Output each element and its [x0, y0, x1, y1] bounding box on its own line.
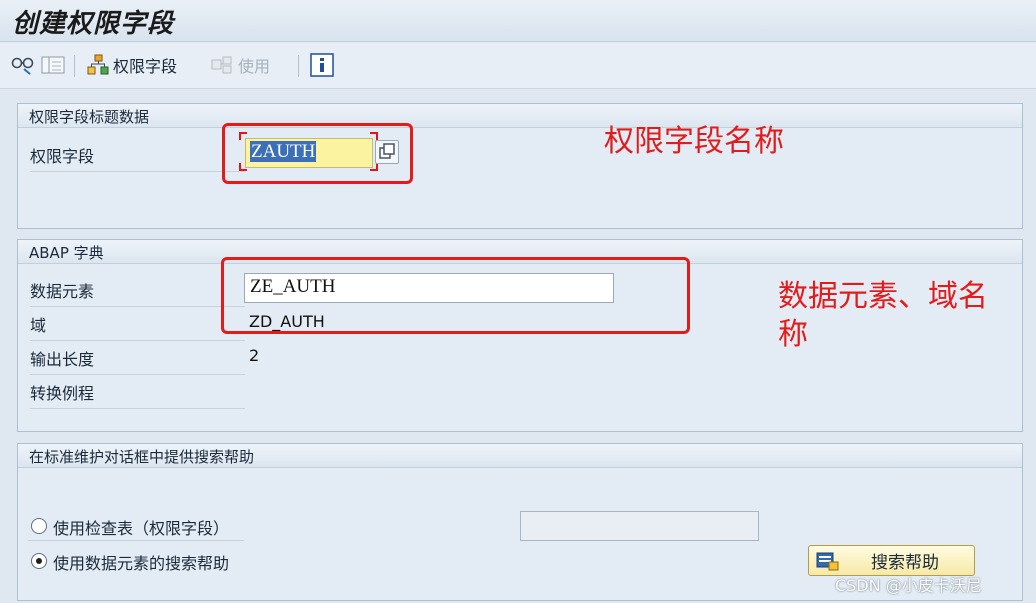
- use-toolbar-button[interactable]: 使用: [210, 52, 270, 78]
- hierarchy-icon: [87, 54, 109, 75]
- auth-field-label: 权限字段: [30, 143, 245, 172]
- data-element-annotation-line1: 数据元素、域名: [778, 279, 988, 314]
- page-title: 创建权限字段: [12, 9, 175, 39]
- search-help-icon: [816, 552, 839, 570]
- toolbar-separator: [74, 55, 75, 77]
- data-element-annotation-line2: 称: [778, 317, 808, 352]
- list-display-icon[interactable]: [41, 52, 65, 78]
- field-name-annotation: 权限字段名称: [604, 124, 784, 159]
- title-bar: 创建权限字段: [0, 0, 1036, 42]
- check-table-radio-label: 使用检查表（权限字段）: [53, 519, 230, 538]
- watermark: CSDN @小皮卡沃尼: [835, 576, 982, 595]
- group-title: 在标准维护对话框中提供搜索帮助: [18, 444, 1022, 468]
- data-element-label: 数据元素: [30, 278, 245, 307]
- highlight-box: [222, 123, 413, 184]
- glasses-icon[interactable]: [10, 52, 36, 78]
- data-element-search-radio[interactable]: [31, 553, 47, 569]
- output-length-value: 2: [249, 346, 260, 365]
- auth-field-toolbar-button[interactable]: 权限字段: [86, 52, 177, 78]
- use-toolbar-label: 使用: [238, 57, 271, 76]
- toolbar: 权限字段 使用: [0, 43, 1036, 89]
- group-title: 权限字段标题数据: [18, 104, 1022, 128]
- highlight-box: [221, 257, 690, 334]
- info-icon[interactable]: [310, 52, 334, 78]
- domain-label: 域: [30, 312, 245, 341]
- auth-field-toolbar-label: 权限字段: [113, 57, 178, 76]
- output-length-label: 输出长度: [30, 346, 245, 375]
- check-table-radio[interactable]: [31, 518, 47, 534]
- conversion-routine-label: 转换例程: [30, 380, 245, 409]
- row-divider: [28, 540, 244, 541]
- search-help-button-label: 搜索帮助: [871, 553, 939, 573]
- check-table-input[interactable]: [520, 511, 759, 541]
- where-used-icon: [211, 56, 232, 74]
- data-element-search-radio-label: 使用数据元素的搜索帮助: [53, 554, 230, 573]
- toolbar-separator: [298, 55, 299, 77]
